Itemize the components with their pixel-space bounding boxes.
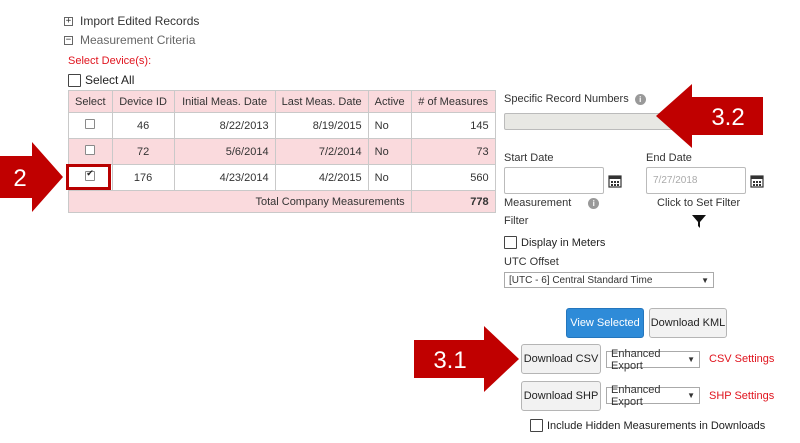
last-date-cell: 8/19/2015 (274, 112, 369, 139)
tree-item-import[interactable]: + Import Edited Records (64, 14, 199, 28)
display-meters-checkbox[interactable]: Display in Meters (504, 236, 605, 249)
last-date-cell: 7/2/2014 (274, 138, 369, 165)
tree-item-label: Measurement Criteria (80, 33, 196, 47)
total-label: Total Company Measurements (68, 190, 412, 213)
device-table: Select Device ID Initial Meas. Date Last… (68, 90, 496, 213)
record-numbers-label: Specific Record Numbers (504, 93, 629, 105)
chevron-down-icon: ▼ (687, 355, 695, 364)
utc-offset-select[interactable]: [UTC - 6] Central Standard Time ▼ (504, 272, 714, 288)
info-icon[interactable]: i (588, 197, 600, 209)
select-devices-heading: Select Device(s): (68, 55, 152, 67)
measurement-filter-label-group: Measurement i (504, 197, 600, 209)
active-cell: No (367, 164, 412, 191)
total-row: Total Company Measurements 778 (68, 190, 496, 213)
start-date-input[interactable] (504, 167, 604, 194)
column-header: Active (367, 90, 412, 113)
view-selected-button[interactable]: View Selected (566, 308, 644, 338)
end-date-label: End Date (646, 152, 692, 164)
measures-cell: 73 (410, 138, 496, 165)
utc-offset-label: UTC Offset (504, 256, 559, 268)
tree-item-label: Import Edited Records (80, 14, 200, 28)
display-meters-label: Display in Meters (521, 236, 606, 249)
shp-export-value: Enhanced Export (611, 383, 661, 408)
table-row: 176 4/23/2014 4/2/2015 No 560 (68, 164, 496, 191)
active-cell: No (367, 138, 412, 165)
download-kml-button[interactable]: Download KML (649, 308, 727, 338)
csv-export-select[interactable]: Enhanced Export ▼ (606, 348, 700, 372)
shp-export-select[interactable]: Enhanced Export ▼ (606, 384, 700, 408)
measurement-filter-label: Measurement (504, 197, 572, 209)
column-header: Device ID (111, 90, 175, 113)
last-date-cell: 4/2/2015 (274, 164, 369, 191)
row-select-cell[interactable] (68, 138, 113, 165)
device-id-cell: 46 (111, 112, 175, 139)
column-header: Initial Meas. Date (173, 90, 276, 113)
callout-arrow-3-2: 3.2 (656, 84, 763, 148)
callout-label: 3.2 (711, 104, 744, 131)
measurement-filter-label-2: Filter (504, 215, 529, 227)
funnel-icon[interactable] (691, 213, 707, 229)
tree-item-criteria[interactable]: − Measurement Criteria (64, 33, 195, 47)
callout-arrow-3-1: 3.1 (414, 326, 519, 392)
csv-settings-link[interactable]: CSV Settings (709, 353, 774, 365)
initial-date-cell: 8/22/2013 (173, 112, 276, 139)
checkbox[interactable] (504, 236, 517, 249)
table-header: Select Device ID Initial Meas. Date Last… (68, 90, 496, 113)
end-date-input[interactable]: 7/27/2018 (646, 167, 746, 194)
set-filter-label: Click to Set Filter (657, 197, 741, 209)
table-row: 46 8/22/2013 8/19/2015 No 145 (68, 112, 496, 139)
device-id-cell: 72 (111, 138, 175, 165)
total-value: 778 (410, 190, 496, 213)
utc-offset-value: [UTC - 6] Central Standard Time (509, 274, 653, 286)
highlight-box (66, 164, 111, 190)
row-select-cell[interactable] (68, 112, 113, 139)
active-cell: No (367, 112, 412, 139)
shp-settings-link[interactable]: SHP Settings (709, 390, 774, 402)
calendar-icon[interactable] (608, 174, 622, 188)
expand-icon[interactable]: + (64, 16, 73, 26)
select-all-label: Select All (85, 73, 135, 87)
collapse-icon[interactable]: − (64, 35, 73, 45)
row-checkbox[interactable] (85, 119, 96, 129)
initial-date-cell: 5/6/2014 (173, 138, 276, 165)
measures-cell: 560 (410, 164, 496, 191)
include-hidden-checkbox[interactable]: Include Hidden Measurements in Downloads (530, 419, 765, 432)
info-icon[interactable]: i (634, 93, 646, 105)
start-date-label: Start Date (504, 152, 554, 164)
calendar-icon[interactable] (750, 174, 764, 188)
csv-export-value: Enhanced Export (611, 347, 661, 372)
row-checkbox[interactable] (85, 145, 96, 155)
chevron-down-icon: ▼ (701, 275, 709, 285)
download-shp-button[interactable]: Download SHP (521, 381, 601, 411)
column-header: Select (68, 90, 113, 113)
callout-label: 3.1 (433, 347, 466, 374)
checkbox[interactable] (530, 419, 543, 432)
record-numbers-label-group: Specific Record Numbers i (504, 93, 646, 105)
chevron-down-icon: ▼ (687, 391, 695, 400)
include-hidden-label: Include Hidden Measurements in Downloads (547, 419, 766, 432)
column-header: Last Meas. Date (274, 90, 369, 113)
callout-arrow-2: 2 (0, 142, 63, 212)
column-header: # of Measures (410, 90, 496, 113)
table-row: 72 5/6/2014 7/2/2014 No 73 (68, 138, 496, 165)
measures-cell: 145 (410, 112, 496, 139)
download-csv-button[interactable]: Download CSV (521, 344, 601, 374)
select-all-checkbox[interactable]: Select All (68, 73, 134, 87)
callout-label: 2 (13, 165, 26, 192)
initial-date-cell: 4/23/2014 (173, 164, 276, 191)
checkbox[interactable] (68, 73, 81, 87)
device-id-cell: 176 (111, 164, 175, 191)
